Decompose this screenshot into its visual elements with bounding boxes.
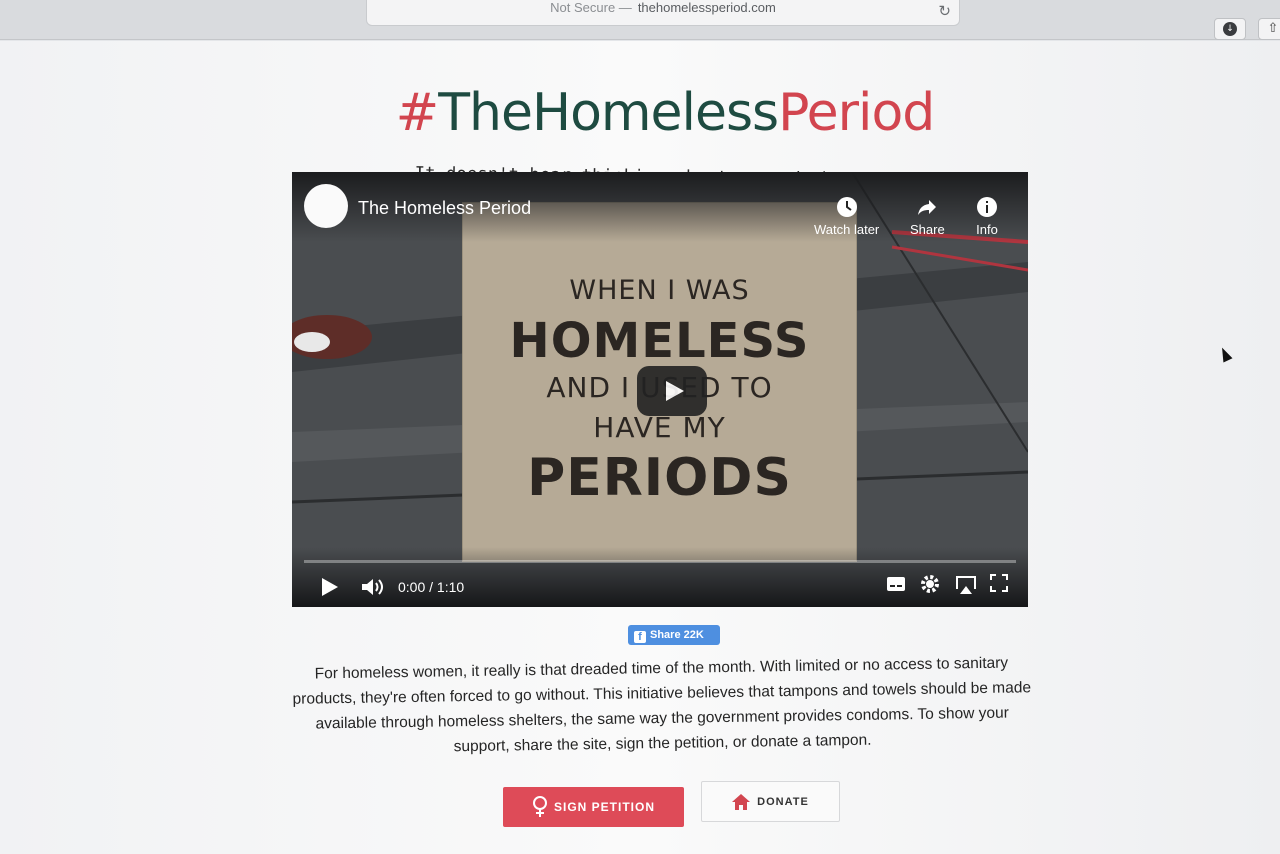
browser-share-button[interactable]: ⇧: [1258, 18, 1280, 40]
facebook-share-button[interactable]: f Share 22K: [628, 625, 720, 645]
sign-petition-label: SIGN PETITION: [553, 800, 655, 814]
site-logo[interactable]: #TheHomelessPeriod: [385, 83, 945, 143]
share-arrow-icon: [918, 200, 937, 215]
play-icon[interactable]: [322, 578, 338, 599]
address-bar[interactable]: Not Secure — thehomelessperiod.com ↻: [366, 0, 960, 26]
airplay-icon[interactable]: [954, 575, 978, 598]
home-icon: [732, 793, 751, 810]
intro-paragraph: For homeless women, it really is that dr…: [292, 654, 1032, 756]
donate-label: DONATE: [757, 795, 809, 808]
fullscreen-icon[interactable]: [990, 574, 1008, 595]
share-label: Share: [910, 222, 945, 237]
volume-icon[interactable]: [362, 578, 384, 599]
time-display: 0:00 / 1:10: [398, 579, 465, 595]
settings-gear-icon[interactable]: [920, 574, 940, 597]
video-title[interactable]: The Homeless Period: [358, 198, 531, 219]
clock-icon: [836, 197, 857, 217]
play-button-large[interactable]: [637, 366, 707, 416]
browser-toolbar: Not Secure — thehomelessperiod.com ↻ ↓ ⇧: [0, 0, 1280, 40]
reload-icon[interactable]: ↻: [938, 2, 951, 20]
url-text: thehomelessperiod.com: [637, 0, 776, 15]
watch-later-label: Watch later: [814, 222, 880, 237]
sign-petition-button[interactable]: SIGN PETITION: [503, 787, 684, 827]
video-player[interactable]: WHEN I WAS HOMELESS AND I USED TO HAVE M…: [292, 172, 1028, 607]
info-icon: [977, 197, 997, 217]
facebook-icon: f: [634, 631, 646, 643]
sign-line: WHEN I WAS: [569, 275, 750, 306]
sign-line: PERIODS: [527, 448, 792, 508]
logo-text-red: Period: [778, 83, 935, 143]
info-label: Info: [976, 222, 998, 237]
security-indicator: Not Secure —: [550, 0, 632, 15]
logo-hash: #: [395, 83, 440, 143]
downloads-button[interactable]: ↓: [1214, 18, 1246, 40]
share-icon: ⇧: [1267, 21, 1279, 36]
watch-later-button[interactable]: Watch later: [814, 196, 879, 237]
info-button[interactable]: Info: [976, 196, 998, 237]
address-text: Not Secure — thehomelessperiod.com: [367, 0, 959, 15]
download-icon: ↓: [1223, 22, 1237, 36]
female-symbol-icon: [532, 796, 547, 817]
channel-avatar[interactable]: [304, 184, 348, 228]
sign-line: HOMELESS: [509, 313, 810, 369]
progress-bar[interactable]: [304, 560, 1016, 563]
logo-text-dark: TheHomeless: [438, 83, 779, 143]
subtitles-icon[interactable]: [886, 576, 906, 595]
video-bottom-gradient: [292, 547, 1028, 607]
share-video-button[interactable]: Share: [910, 196, 945, 237]
donate-button[interactable]: DONATE: [701, 781, 840, 822]
facebook-share-label: Share 22K: [650, 629, 704, 641]
